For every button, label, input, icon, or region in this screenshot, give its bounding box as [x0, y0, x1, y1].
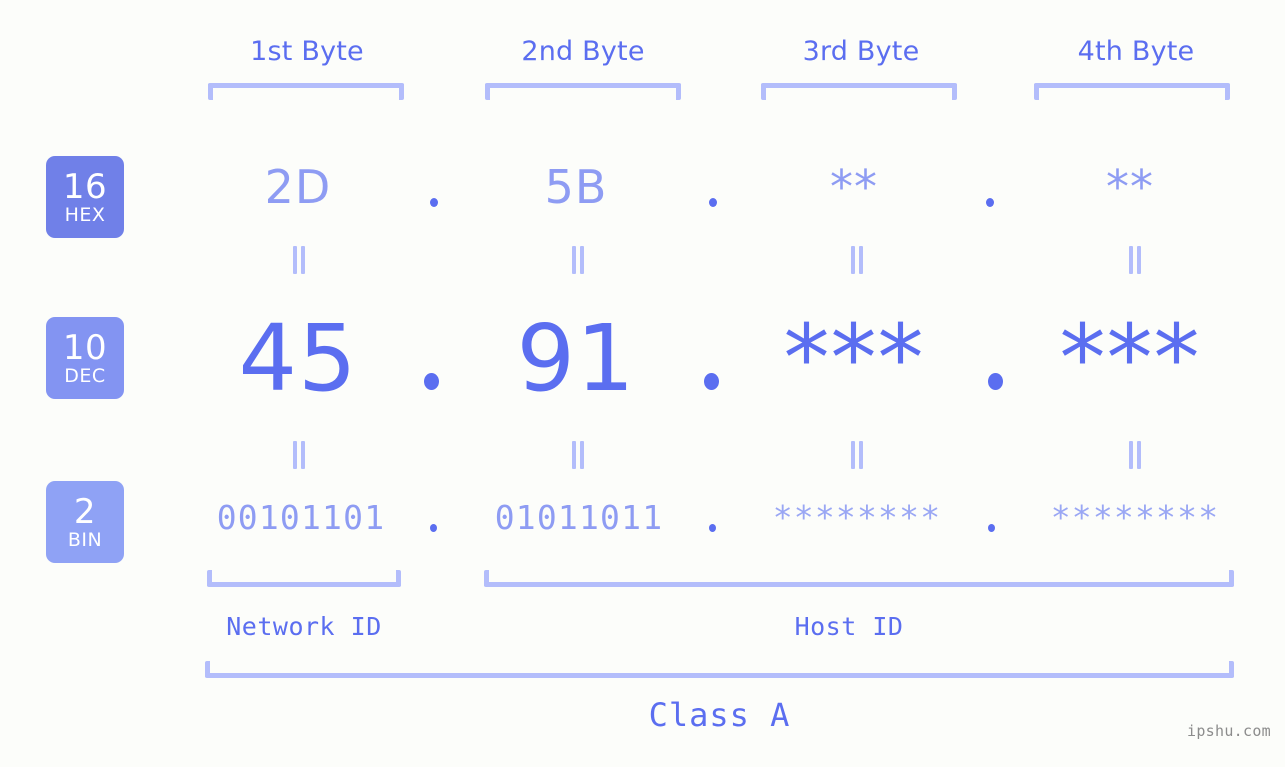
ip-address-breakdown-diagram: 1st Byte 2nd Byte 3rd Byte 4th Byte 16 H…: [0, 0, 1285, 767]
byte-header-2: 2nd Byte: [521, 36, 645, 67]
dec-separator-dot-3: [988, 373, 1003, 390]
bin-byte-3: ********: [772, 498, 942, 537]
base-badge-hex[interactable]: 16 HEX: [46, 156, 124, 238]
hex-byte-1: 2D: [264, 160, 332, 214]
bin-byte-4: ********: [1050, 498, 1220, 537]
class-bracket: [205, 661, 1234, 678]
dec-separator-dot-1: [424, 373, 439, 390]
bin-byte-1: 00101101: [216, 498, 386, 537]
base-badge-bin[interactable]: 2 BIN: [46, 481, 124, 563]
byte-bracket-top-3: [761, 83, 957, 100]
byte-bracket-top-2: [485, 83, 681, 100]
base-badge-dec[interactable]: 10 DEC: [46, 317, 124, 399]
byte-bracket-top-1: [208, 83, 404, 100]
base-badge-hex-number: 16: [62, 166, 108, 207]
dec-byte-4: ***: [1059, 305, 1201, 412]
base-badge-bin-name: BIN: [67, 528, 103, 551]
bin-separator-dot-1: [430, 524, 437, 532]
dec-byte-2: 91: [516, 305, 636, 412]
byte-header-1: 1st Byte: [250, 36, 364, 67]
byte-header-3: 3rd Byte: [802, 36, 920, 67]
equals-icon-hex-dec-2: [570, 246, 586, 274]
bin-byte-2: 01011011: [494, 498, 664, 537]
hex-byte-4: **: [1106, 160, 1154, 214]
byte-header-4: 4th Byte: [1077, 36, 1195, 67]
class-label: Class A: [648, 696, 791, 734]
dec-separator-dot-2: [704, 373, 719, 390]
hex-separator-dot-3: [986, 198, 994, 207]
equals-icon-hex-dec-1: [291, 246, 307, 274]
bin-separator-dot-3: [988, 524, 995, 532]
equals-icon-dec-bin-4: [1127, 441, 1143, 469]
network-id-label: Network ID: [226, 612, 382, 641]
base-badge-hex-name: HEX: [64, 203, 106, 226]
hex-byte-2: 5B: [544, 160, 608, 214]
equals-icon-dec-bin-1: [291, 441, 307, 469]
bin-separator-dot-2: [709, 524, 716, 532]
hex-separator-dot-2: [709, 198, 717, 207]
dec-byte-1: 45: [238, 305, 358, 412]
base-badge-bin-number: 2: [73, 491, 97, 532]
site-watermark: ipshu.com: [1187, 722, 1271, 740]
host-id-bracket: [484, 570, 1234, 587]
equals-icon-dec-bin-3: [849, 441, 865, 469]
host-id-label: Host ID: [794, 612, 904, 641]
hex-separator-dot-1: [430, 198, 438, 207]
base-badge-dec-name: DEC: [64, 364, 106, 387]
network-id-bracket: [207, 570, 401, 587]
equals-icon-hex-dec-3: [849, 246, 865, 274]
hex-byte-3: **: [830, 160, 878, 214]
equals-icon-hex-dec-4: [1127, 246, 1143, 274]
base-badge-dec-number: 10: [62, 327, 108, 368]
byte-bracket-top-4: [1034, 83, 1230, 100]
dec-byte-3: ***: [783, 305, 925, 412]
equals-icon-dec-bin-2: [570, 441, 586, 469]
